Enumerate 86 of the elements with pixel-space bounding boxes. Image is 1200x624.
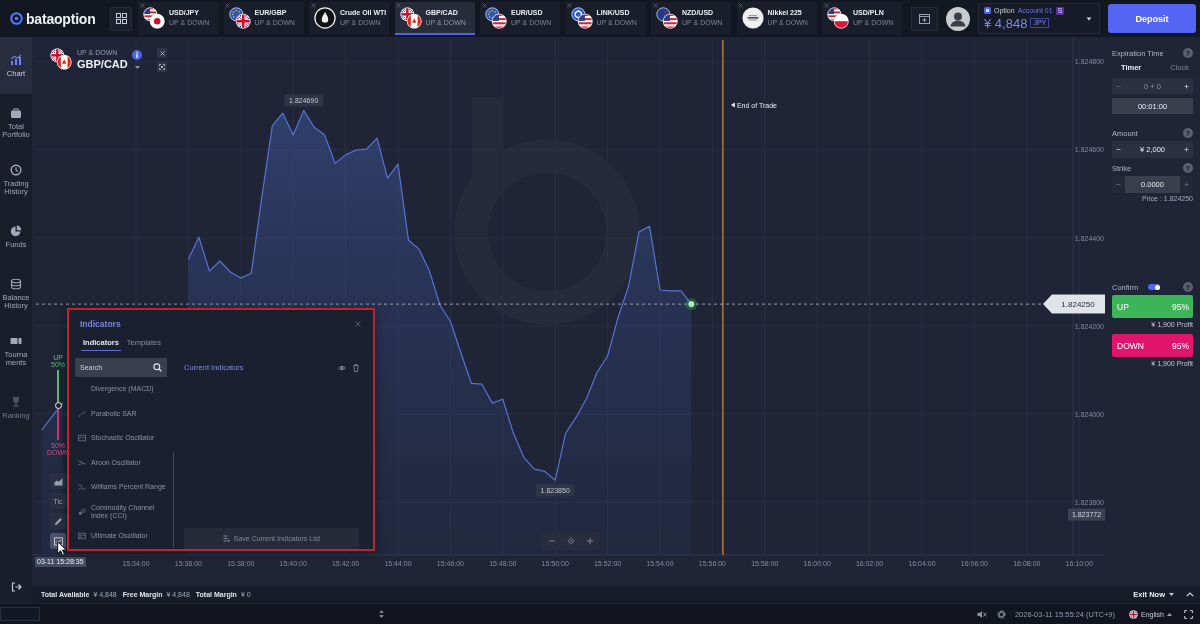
plus-icon <box>1184 83 1189 89</box>
ref-line-label: 1.824250 <box>1061 300 1096 309</box>
close-icon[interactable] <box>481 3 487 8</box>
area-chart-icon <box>53 476 63 486</box>
indicator-icon <box>78 483 86 492</box>
currency-flags-icon <box>656 6 678 29</box>
close-icon[interactable] <box>396 3 401 8</box>
chart-icon <box>10 53 22 66</box>
caret-down-icon <box>1169 593 1174 596</box>
mute-icon[interactable] <box>976 609 987 619</box>
currency-flags-icon <box>143 6 165 29</box>
increment-button[interactable] <box>1180 141 1193 158</box>
logo-icon <box>10 12 23 25</box>
currency-flags-icon <box>827 6 849 29</box>
close-icon <box>159 50 165 56</box>
square-icon <box>984 7 991 14</box>
indicator-icon <box>53 536 63 546</box>
currency-flags-icon <box>570 6 593 29</box>
info-icon[interactable] <box>132 50 142 60</box>
logo-wordmark: bataoption <box>26 10 96 27</box>
coins-icon <box>10 277 22 290</box>
chevron-up-icon[interactable] <box>1186 592 1194 597</box>
emblem-icon <box>741 6 764 29</box>
fullscreen-icon[interactable] <box>1184 609 1193 619</box>
indicator-icon <box>78 434 86 443</box>
tool-button[interactable] <box>50 473 66 489</box>
add-chart-button[interactable] <box>911 6 938 31</box>
scrollbar[interactable] <box>172 451 174 547</box>
close-icon[interactable] <box>225 3 230 8</box>
down-button[interactable]: DOWN 95% <box>1112 334 1193 357</box>
pie-chart-icon <box>10 224 22 237</box>
asset-name-label: GBP/CAD <box>77 58 129 70</box>
briefcase-icon <box>10 106 22 119</box>
triangle-left-icon <box>730 102 735 108</box>
flag-icon <box>1129 609 1139 619</box>
diamond-icon[interactable] <box>566 537 575 545</box>
caret-up-icon <box>1167 612 1172 616</box>
layout-button[interactable] <box>110 6 132 31</box>
logout-icon[interactable] <box>10 582 22 592</box>
corners-icon <box>159 64 165 70</box>
sentiment-knob[interactable] <box>54 401 62 409</box>
close-icon[interactable] <box>355 320 361 327</box>
close-icon[interactable] <box>652 3 658 8</box>
deposit-button[interactable]: Deposit <box>1108 4 1196 33</box>
caret-down-icon[interactable] <box>134 66 140 69</box>
close-icon[interactable] <box>139 3 145 8</box>
minus-icon <box>1116 147 1121 152</box>
close-icon[interactable] <box>310 3 316 8</box>
grid-icon <box>115 13 127 24</box>
trophy-icon <box>10 395 22 408</box>
indicator-icon <box>78 507 86 516</box>
search-icon <box>153 363 162 372</box>
price-marker-icon <box>685 298 698 311</box>
close-icon[interactable] <box>738 3 743 8</box>
indicator-icon <box>78 409 86 418</box>
currency-flags-icon <box>50 48 72 70</box>
mouse-pointer-icon <box>57 541 67 556</box>
list-add-icon <box>222 534 230 542</box>
confirm-toggle[interactable] <box>1148 284 1161 290</box>
expand-button[interactable] <box>157 62 167 72</box>
indicator-icon <box>78 458 86 467</box>
currency-flags-icon <box>228 6 251 29</box>
minus-icon <box>1116 83 1121 89</box>
dialog-title: Indicators <box>80 318 121 329</box>
trash-icon[interactable] <box>353 363 359 372</box>
indicator-icon <box>78 532 86 541</box>
oil-drop-icon <box>314 6 336 29</box>
clock-icon <box>10 163 22 176</box>
close-icon[interactable] <box>567 3 572 8</box>
input-field[interactable] <box>0 607 40 621</box>
currency-flags-icon <box>485 6 507 29</box>
avatar-icon[interactable] <box>946 6 970 31</box>
currency-flags-icon <box>399 6 422 29</box>
pencil-icon <box>53 516 63 526</box>
up-down-arrows-icon[interactable] <box>379 610 384 618</box>
plus-icon <box>1184 147 1189 152</box>
eye-icon[interactable] <box>338 364 346 371</box>
minus-icon <box>1116 182 1121 187</box>
close-icon[interactable] <box>823 3 829 8</box>
zoom-in-icon[interactable] <box>585 537 594 545</box>
plus-icon <box>1184 182 1189 187</box>
caret-down-icon <box>1086 16 1092 21</box>
current-price-tag: 1.824250 <box>1043 294 1105 314</box>
window-plus-icon <box>919 13 930 24</box>
close-button[interactable] <box>157 48 167 58</box>
settings-icon[interactable] <box>996 609 1006 619</box>
